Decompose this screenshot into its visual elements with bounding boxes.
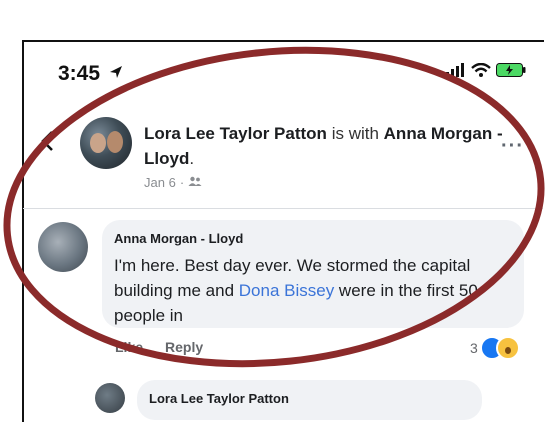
meta-separator: ·: [179, 175, 185, 190]
reply-comment: Lora Lee Taylor Patton: [95, 378, 535, 420]
post-date[interactable]: Jan 6: [144, 175, 176, 190]
reactions-summary[interactable]: 3: [470, 336, 520, 360]
status-icons: [446, 62, 526, 82]
comment-avatar[interactable]: [38, 222, 88, 272]
comment-text: I'm here. Best day ever. We stormed the …: [114, 253, 514, 328]
battery-icon: [496, 63, 526, 82]
reply-bubble: Lora Lee Taylor Patton: [137, 380, 482, 420]
post-header: Lora Lee Taylor Patton is with Anna Morg…: [80, 113, 540, 198]
avatar-face-right: [107, 131, 123, 153]
reaction-count: 3: [470, 340, 478, 356]
mentioned-user-link[interactable]: Dona Bissey: [239, 281, 334, 300]
post-meta: Jan 6 ·: [144, 175, 202, 190]
divider: [23, 208, 543, 209]
comment-bubble: Anna Morgan - Lloyd I'm here. Best day e…: [102, 220, 524, 328]
location-arrow-icon: [108, 64, 124, 85]
status-time: 3:45: [58, 62, 101, 85]
post-author-link[interactable]: Lora Lee Taylor Patton: [144, 124, 327, 143]
wow-reaction-icon: [495, 336, 520, 360]
more-options-button[interactable]: ···: [501, 135, 524, 158]
reply-button[interactable]: Reply: [165, 339, 203, 355]
with-text: is with: [331, 124, 379, 143]
post-title: Lora Lee Taylor Patton is with Anna Morg…: [144, 121, 504, 171]
title-period: .: [189, 149, 195, 168]
back-arrow-icon[interactable]: [40, 130, 54, 157]
reply-avatar[interactable]: [95, 383, 125, 413]
status-bar: 3:45: [58, 60, 528, 86]
avatar-face-left: [90, 133, 106, 153]
friends-icon: [188, 175, 202, 190]
reply-author[interactable]: Lora Lee Taylor Patton: [149, 391, 289, 406]
wifi-icon: [471, 62, 491, 82]
comment-author[interactable]: Anna Morgan - Lloyd: [114, 231, 243, 246]
avatar[interactable]: [80, 117, 132, 169]
like-button[interactable]: Like: [115, 339, 143, 355]
signal-icon: [446, 63, 466, 82]
comment-actions: Like Reply: [115, 339, 203, 355]
